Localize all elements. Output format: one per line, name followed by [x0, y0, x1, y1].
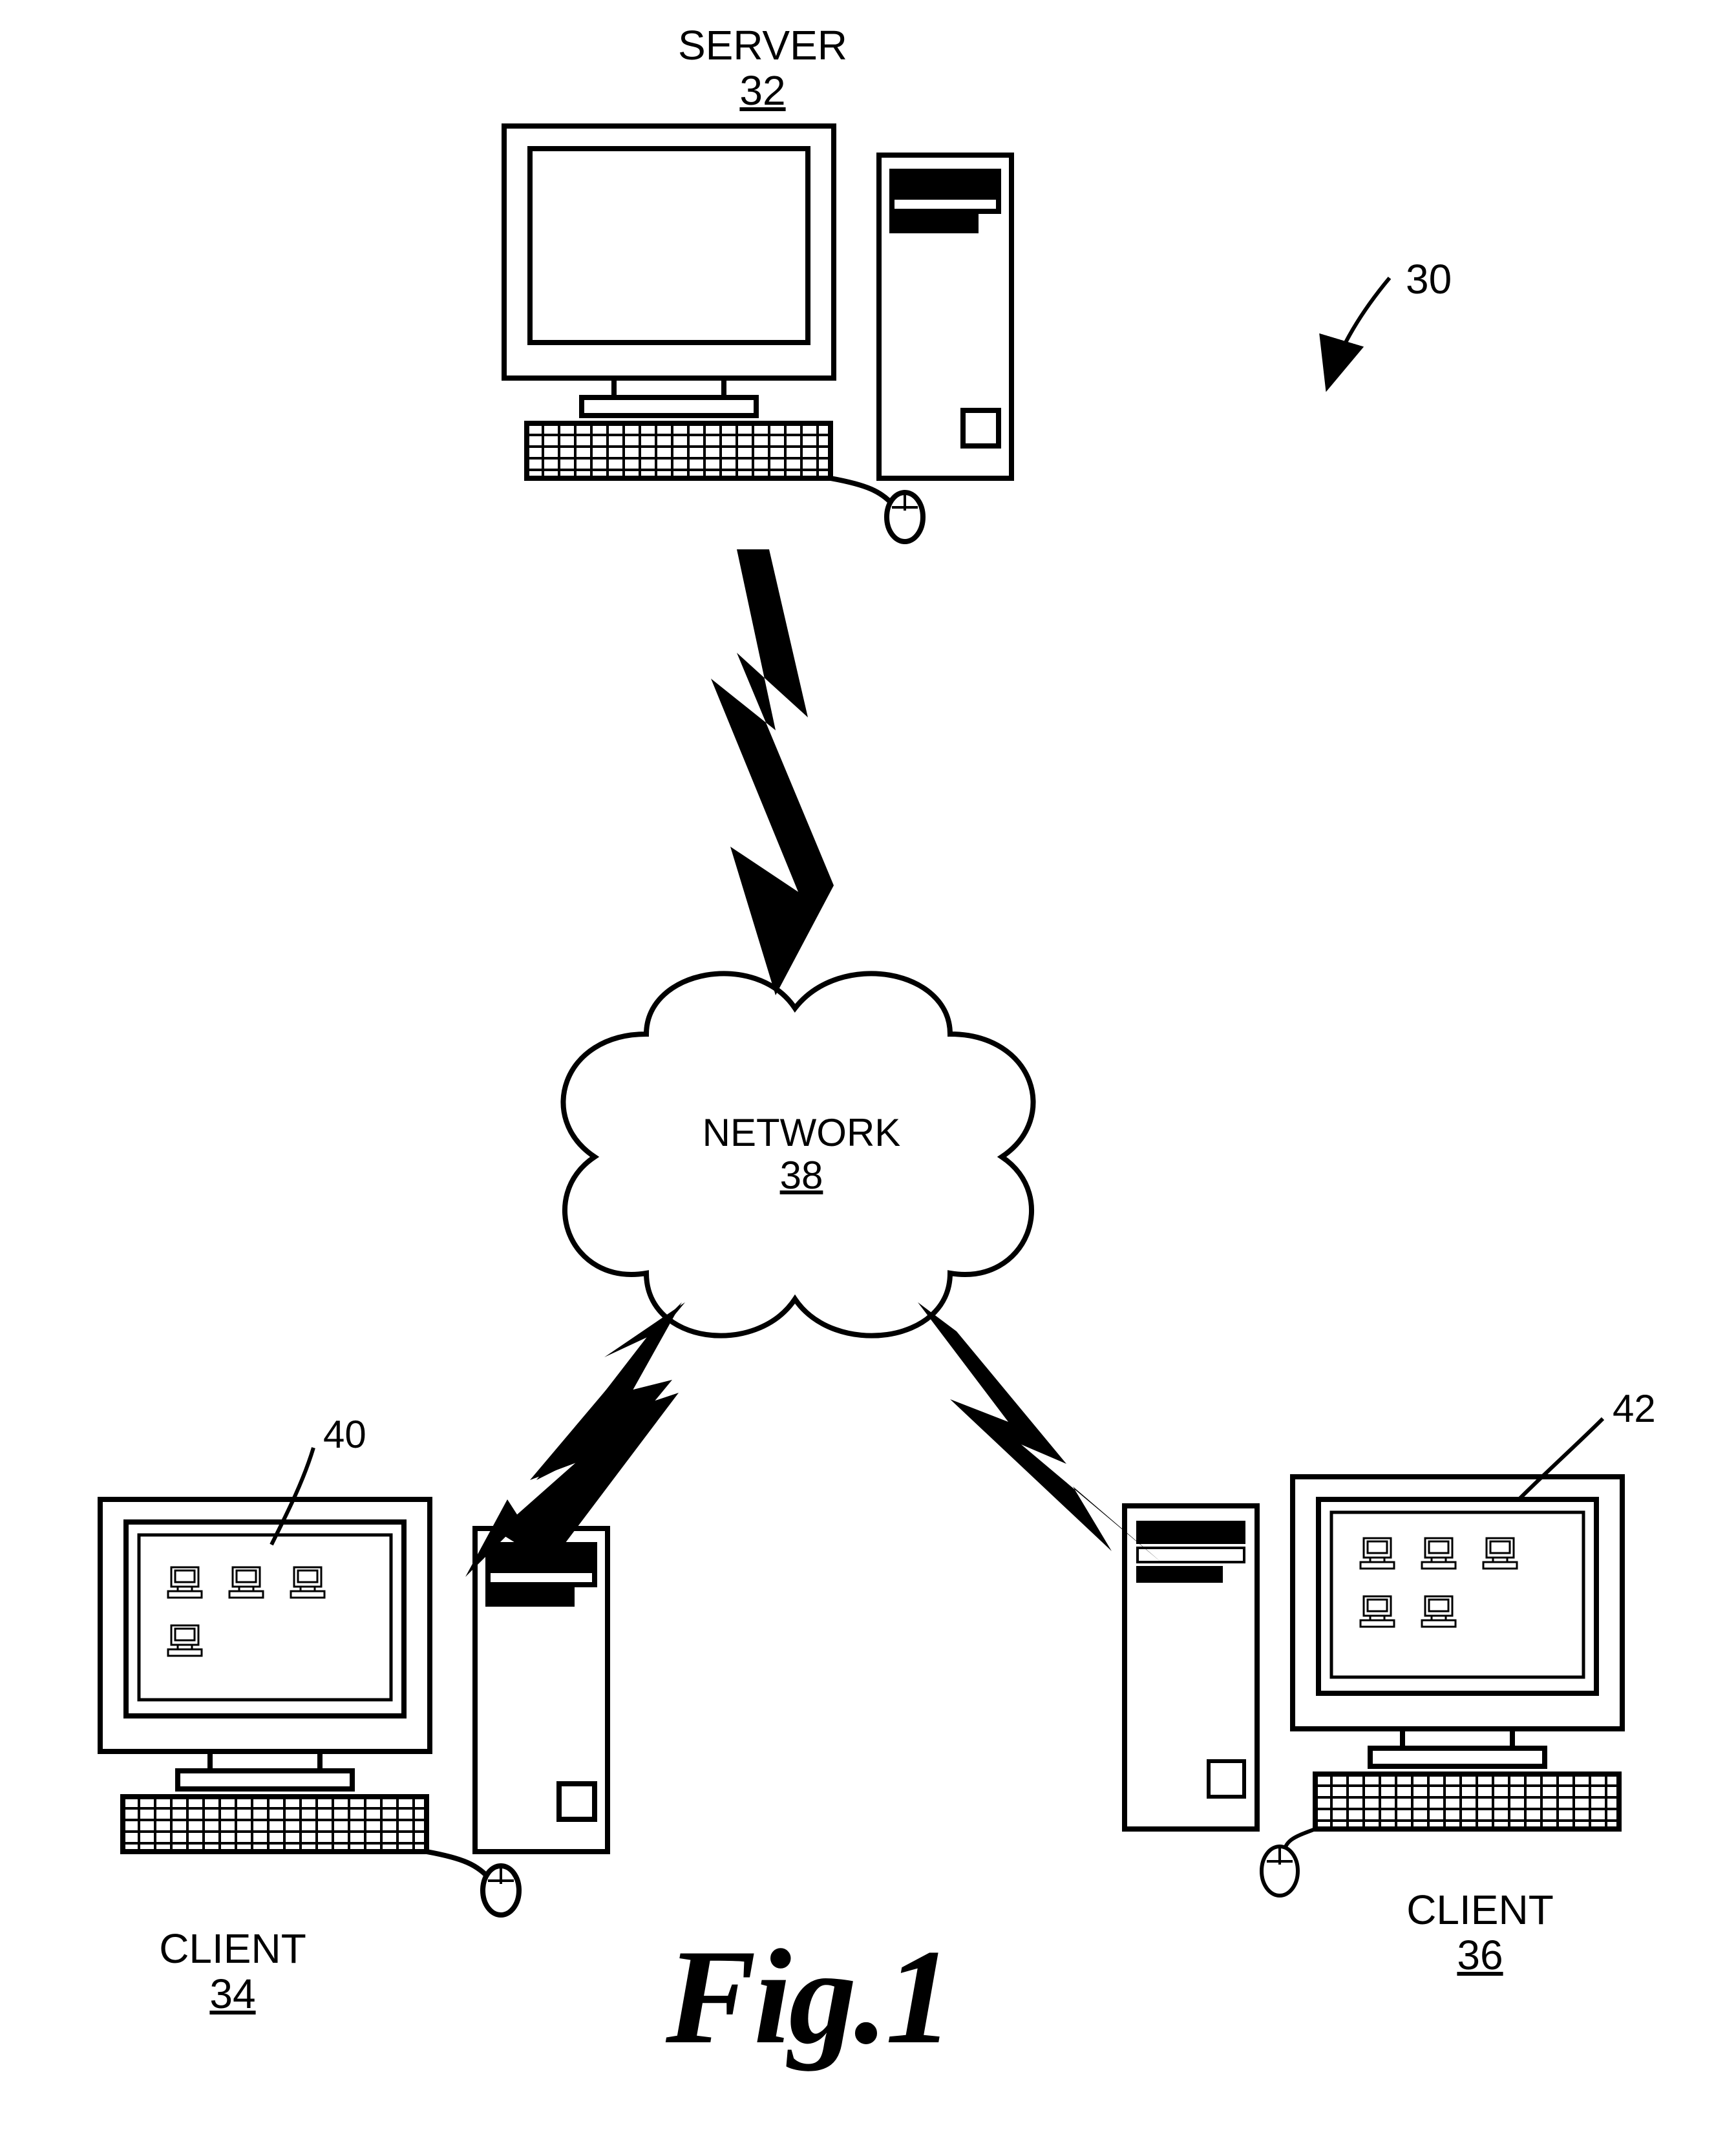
network-ref: 38	[685, 1154, 918, 1197]
ref-40: 40	[323, 1412, 366, 1457]
server-label: SERVER 32	[659, 23, 866, 114]
client-right-label: CLIENT 36	[1383, 1887, 1577, 1978]
figure-canvas: SERVER 32 NETWORK 38 CLIENT 34 CLIENT 36…	[0, 0, 1736, 2136]
client-left-ref: 34	[136, 1971, 330, 2016]
server-name: SERVER	[659, 23, 866, 68]
ref-42: 42	[1613, 1386, 1656, 1431]
network-label: NETWORK 38	[685, 1112, 918, 1197]
network-name: NETWORK	[685, 1112, 918, 1154]
client-right-ref: 36	[1383, 1932, 1577, 1978]
server-ref: 32	[659, 68, 866, 113]
ref-30: 30	[1406, 255, 1452, 303]
client-right-name: CLIENT	[1383, 1887, 1577, 1932]
figure-caption: Fig.1	[666, 1919, 951, 2075]
client-left-label: CLIENT 34	[136, 1926, 330, 2017]
client-left-name: CLIENT	[136, 1926, 330, 1971]
